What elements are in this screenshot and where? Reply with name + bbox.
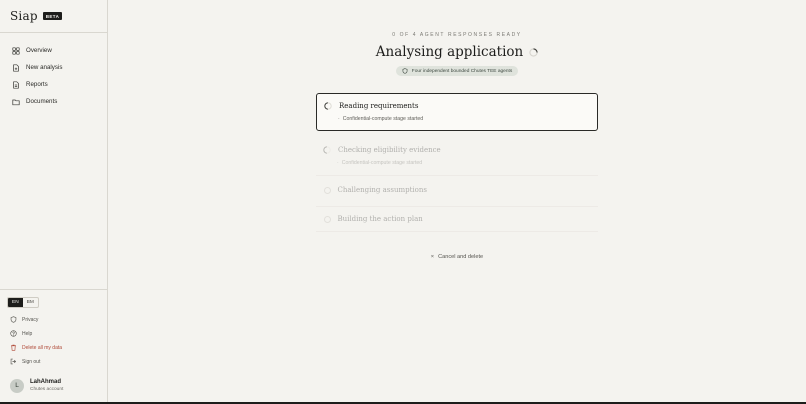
cancel-label: Cancel and delete (438, 254, 484, 260)
avatar: L (10, 378, 24, 393)
shield-icon (402, 68, 408, 74)
analysis-steps: Reading requirements · Confidential-compu… (316, 93, 598, 232)
sidebar-item-reports[interactable]: Reports (0, 76, 107, 93)
shield-icon (10, 316, 17, 323)
file-plus-icon (13, 63, 19, 72)
progress-status: 0 OF 4 AGENT RESPONSES READY (392, 32, 522, 38)
step-detail-text: Confidential-compute stage started (342, 116, 424, 122)
agents-badge-label: Four independent bounded Chutes TEE agen… (411, 68, 513, 74)
privacy-label: Privacy (22, 316, 39, 323)
sign-out-label: Sign out (22, 358, 41, 365)
sidebar-item-new-analysis[interactable]: New analysis (0, 59, 107, 76)
sidebar-item-label: Documents (26, 98, 58, 105)
agents-badge-wrap: Four independent bounded Chutes TEE agen… (108, 66, 806, 76)
step-reading-requirements: Reading requirements · Confidential-compu… (316, 93, 598, 131)
step-title: Reading requirements (339, 102, 419, 110)
step-detail: · Confidential-compute stage started (337, 160, 423, 166)
sidebar: Siap BETA Overview New analysis Reports … (0, 0, 108, 404)
sidebar-item-overview[interactable]: Overview (0, 42, 107, 59)
step-divider (316, 231, 598, 232)
step-challenging-assumptions: Challenging assumptions (316, 176, 598, 206)
sidebar-item-documents[interactable]: Documents (0, 93, 107, 110)
sidebar-divider (0, 289, 107, 290)
pending-circle-icon (323, 215, 331, 223)
loading-spinner-icon (323, 146, 331, 154)
sign-out-icon (10, 358, 17, 365)
sign-out-link[interactable]: Sign out (10, 358, 40, 365)
main-content: 0 OF 4 AGENT RESPONSES READY Analysing a… (108, 0, 806, 404)
sidebar-item-label: Reports (26, 81, 48, 88)
step-title: Checking eligibility evidence (338, 146, 441, 154)
page-header: Analysing application (108, 44, 806, 60)
brand-name: Siap (10, 9, 38, 23)
beta-badge: BETA (42, 12, 63, 20)
user-profile[interactable]: L LahAhmad Chutes account (10, 378, 63, 393)
language-switcher: EN BM (7, 297, 39, 308)
folder-icon (12, 99, 20, 105)
step-title: Building the action plan (337, 215, 423, 223)
help-link[interactable]: Help (10, 330, 32, 337)
user-name: LahAhmad (30, 379, 62, 385)
loading-spinner-icon (529, 47, 538, 57)
help-icon (10, 330, 17, 337)
loading-spinner-icon (324, 102, 332, 110)
step-detail: · Confidential-compute stage started (338, 116, 424, 122)
sidebar-nav: Overview New analysis Reports Documents (0, 42, 107, 110)
privacy-link[interactable]: Privacy (10, 316, 38, 323)
sidebar-item-label: New analysis (26, 64, 63, 71)
delete-data-label: Delete all my data (22, 344, 63, 351)
step-title: Challenging assumptions (337, 186, 427, 194)
report-icon (13, 80, 19, 89)
step-building-action-plan: Building the action plan (316, 207, 598, 231)
step-detail-text: Confidential-compute stage started (341, 160, 423, 166)
delete-data-link[interactable]: Delete all my data (10, 344, 62, 351)
language-option-en[interactable]: EN (8, 298, 23, 307)
sidebar-divider (0, 32, 107, 33)
pending-circle-icon (323, 186, 331, 194)
help-label: Help (22, 330, 33, 337)
step-checking-eligibility: Checking eligibility evidence · Confident… (316, 131, 598, 175)
close-icon: × (430, 254, 435, 260)
grid-icon (12, 46, 20, 55)
sidebar-item-label: Overview (26, 47, 52, 54)
brand[interactable]: Siap BETA (10, 9, 63, 23)
trash-icon (11, 344, 16, 351)
user-account-type: Chutes account (30, 387, 64, 392)
agents-badge: Four independent bounded Chutes TEE agen… (395, 66, 519, 76)
language-option-bm[interactable]: BM (23, 298, 38, 307)
cancel-and-delete-button[interactable]: × Cancel and delete (108, 254, 806, 260)
page-title: Analysing application (375, 44, 524, 60)
